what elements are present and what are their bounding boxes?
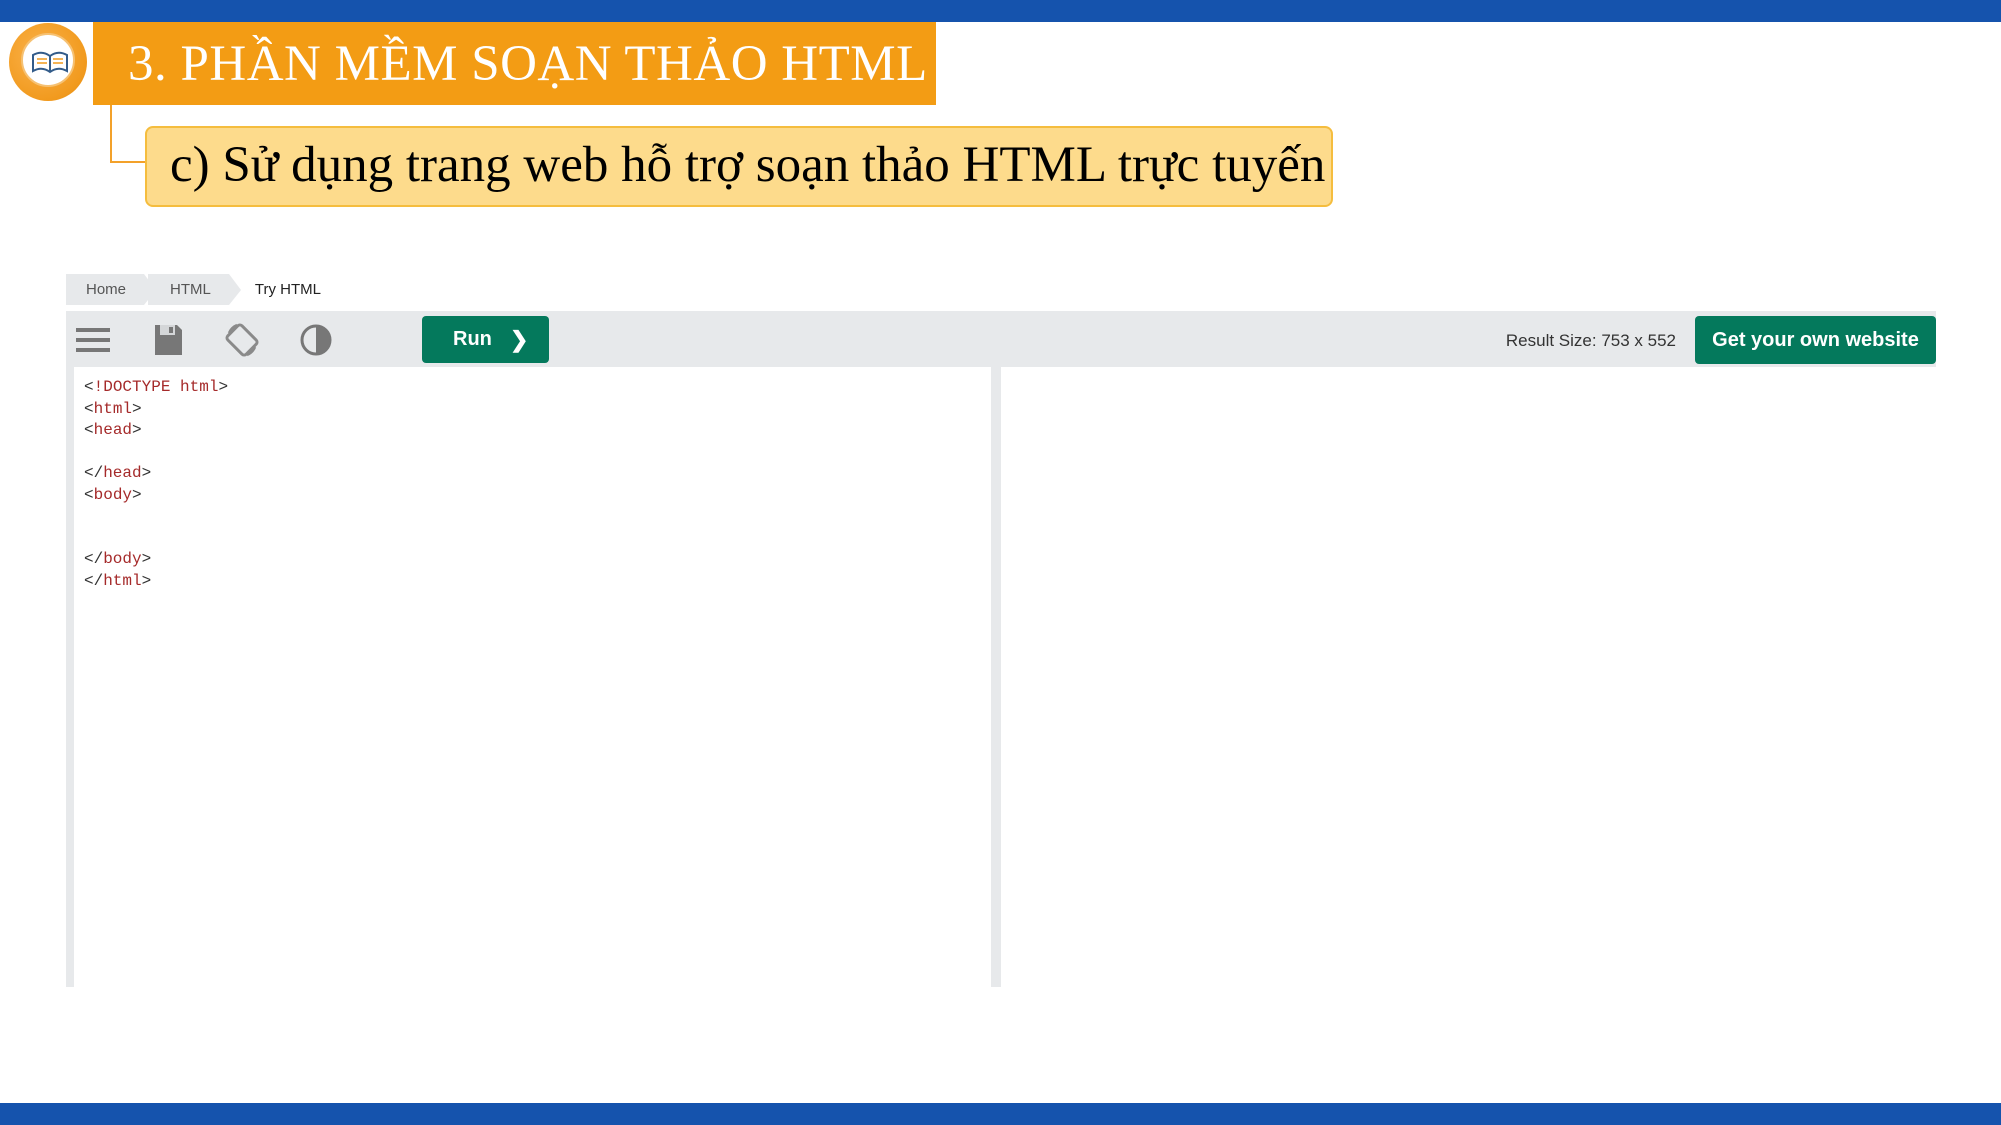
code-line: <!DOCTYPE html> <box>84 378 229 396</box>
book-icon <box>9 23 87 101</box>
slide: 3. PHẦN MỀM SOẠN THẢO HTML c) Sử dụng tr… <box>0 0 2001 1125</box>
rotate-icon[interactable] <box>223 321 261 359</box>
code-line: <html> <box>84 399 142 418</box>
breadcrumb: Home HTML Try HTML <box>66 274 339 305</box>
result-pane <box>1010 367 1936 987</box>
save-icon[interactable] <box>149 321 187 359</box>
code-line: <head> <box>84 421 142 439</box>
editor-toolbar: Run ❯ Result Size: 753 x 552 Get your ow… <box>66 311 1936 367</box>
run-label: Run <box>453 328 492 350</box>
slide-subtitle: c) Sử dụng trang web hỗ trợ soạn thảo HT… <box>170 137 1326 193</box>
top-bar <box>0 0 2001 22</box>
chevron-right-icon: ❯ <box>510 327 529 352</box>
connector-line <box>110 161 146 163</box>
breadcrumb-html[interactable]: HTML <box>148 274 241 305</box>
code-line: </html> <box>84 571 152 590</box>
contrast-icon[interactable] <box>297 321 335 359</box>
get-own-website-button[interactable]: Get your own website <box>1695 316 1936 364</box>
result-size: Result Size: 753 x 552 <box>1505 331 1676 350</box>
bottom-bar <box>0 1103 2001 1125</box>
breadcrumb-home[interactable]: Home <box>66 274 157 305</box>
code-line: <body> <box>84 485 142 504</box>
open-book-icon <box>32 51 68 74</box>
connector-line <box>110 105 112 163</box>
breadcrumb-try-html: Try HTML <box>232 274 339 305</box>
slide-title: 3. PHẦN MỀM SOẠN THẢO HTML <box>128 36 928 92</box>
run-button[interactable]: Run ❯ <box>422 316 549 363</box>
menu-icon[interactable] <box>74 321 112 359</box>
code-line: </body> <box>84 550 152 568</box>
code-line: </head> <box>84 464 152 482</box>
code-content[interactable]: <!DOCTYPE html> <html> <head> </head> <b… <box>84 377 228 592</box>
